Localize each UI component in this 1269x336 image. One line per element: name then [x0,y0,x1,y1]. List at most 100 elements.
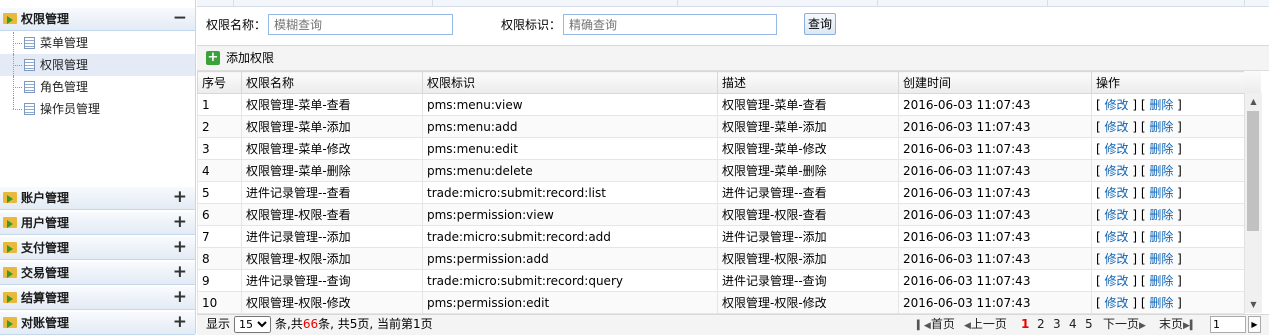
last-page-button[interactable]: 末页▶▍ [1159,315,1197,336]
add-permission-button[interactable]: + 添加权限 [206,50,274,66]
table-cell: pms:menu:edit [422,137,718,160]
expand-icon[interactable]: + [173,237,187,258]
prev-page-icon: ◀ [964,321,971,331]
show-label: 显示 [206,317,231,331]
sidebar-section-3[interactable]: 用户管理 + [0,212,195,235]
table-cell: 8 [197,247,242,270]
table-cell: 进件记录管理--添加 [241,225,423,248]
delete-link[interactable]: 删除 [1149,208,1173,222]
row-actions: [ 修改 ] [ 删除 ] [1091,93,1245,116]
expand-icon[interactable]: + [173,212,187,233]
table-cell: pms:menu:add [422,115,718,138]
table-cell: 权限管理-权限-添加 [241,247,423,270]
sidebar-section-label: 交易管理 [21,266,70,280]
sidebar-section-7[interactable]: 对账管理 + [0,312,195,335]
edit-link[interactable]: 修改 [1105,98,1129,112]
expand-icon[interactable]: + [173,287,187,308]
search-button[interactable]: 查询 [804,13,836,35]
sidebar-section-6[interactable]: 结算管理 + [0,287,195,310]
delete-link[interactable]: 删除 [1149,252,1173,266]
table-row[interactable]: 9 进件记录管理--查询 trade:micro:submit:record:que… [197,269,1245,292]
column-header[interactable]: 权限标识 [422,71,718,94]
edit-link[interactable]: 修改 [1105,252,1129,266]
tree-item-label: 菜单管理 [40,36,89,50]
prev-page-button[interactable]: ◀上一页 [964,315,1007,336]
key-label: 权限标识： [501,18,562,32]
expand-icon[interactable]: + [173,187,187,208]
scroll-down-icon[interactable]: ▼ [1245,296,1262,313]
delete-link[interactable]: 删除 [1149,164,1173,178]
tree-line [13,98,14,109]
first-page-button[interactable]: ▍◀首页 [917,315,955,336]
table-row[interactable]: 6 权限管理-权限-查看 pms:permission:view 权限管理-权限-查看… [197,203,1245,226]
edit-link[interactable]: 修改 [1105,142,1129,156]
sidebar-section-2[interactable]: 账户管理 + [0,187,195,210]
next-page-button[interactable]: 下一页▶ [1103,315,1146,336]
sidebar-section-label: 对账管理 [21,316,70,330]
permission-grid: 序号 权限名称 权限标识 描述 创建时间 操作 1 权限管理-菜单-查看 pms:menu:v… [197,71,1245,314]
edit-link[interactable]: 修改 [1105,120,1129,134]
page-number-3[interactable]: 3 [1053,315,1061,334]
sidebar-section-1[interactable]: 权限管理 − [0,8,195,31]
table-row[interactable]: 5 进件记录管理--查看 trade:micro:submit:record:lis… [197,181,1245,204]
table-row[interactable]: 1 权限管理-菜单-查看 pms:menu:view 权限管理-菜单-查看 2016-0… [197,93,1245,116]
vertical-scrollbar[interactable]: ▲ ▼ [1244,93,1262,313]
column-header[interactable]: 创建时间 [898,71,1092,94]
folder-icon [3,13,17,24]
tree-item-3[interactable]: 角色管理 [0,76,195,98]
tree-item-1[interactable]: 菜单管理 [0,32,195,54]
page-number-1[interactable]: 1 [1021,315,1029,334]
collapse-icon[interactable]: − [173,8,187,29]
edit-link[interactable]: 修改 [1105,274,1129,288]
tree-connector [13,43,22,44]
expand-icon[interactable]: + [173,312,187,333]
page-number-4[interactable]: 4 [1069,315,1077,334]
column-header[interactable]: 描述 [717,71,899,94]
delete-link[interactable]: 删除 [1149,230,1173,244]
jump-page-input[interactable] [1210,316,1246,333]
page-number-5[interactable]: 5 [1085,315,1093,334]
table-cell: 6 [197,203,242,226]
table-row[interactable]: 2 权限管理-菜单-添加 pms:menu:add 权限管理-菜单-添加 2016-06… [197,115,1245,138]
table-cell: 2016-06-03 11:07:43 [898,93,1092,116]
table-row[interactable]: 4 权限管理-菜单-删除 pms:menu:delete 权限管理-菜单-删除 2016… [197,159,1245,182]
table-cell: 权限管理-菜单-添加 [241,115,423,138]
tree-item-label: 操作员管理 [40,102,101,116]
table-row[interactable]: 10 权限管理-权限-修改 pms:permission:edit 权限管理-权限-修… [197,291,1245,314]
go-page-icon[interactable]: ▶ [1248,316,1261,333]
sidebar-section-4[interactable]: 支付管理 + [0,237,195,260]
table-row[interactable]: 7 进件记录管理--添加 trade:micro:submit:record:add… [197,225,1245,248]
delete-link[interactable]: 删除 [1149,120,1173,134]
page-size-select[interactable]: 15 [234,316,271,333]
delete-link[interactable]: 删除 [1149,142,1173,156]
permission-key-input[interactable] [563,14,777,35]
permission-name-input[interactable] [268,14,453,35]
column-header[interactable]: 权限名称 [241,71,423,94]
column-header[interactable]: 序号 [197,71,242,94]
table-row[interactable]: 3 权限管理-菜单-修改 pms:menu:edit 权限管理-菜单-修改 2016-0… [197,137,1245,160]
tree-item-4[interactable]: 操作员管理 [0,98,195,120]
page-icon [24,37,35,49]
delete-link[interactable]: 删除 [1149,186,1173,200]
sidebar-section-5[interactable]: 交易管理 + [0,262,195,285]
edit-link[interactable]: 修改 [1105,296,1129,310]
column-header[interactable]: 操作 [1091,71,1245,94]
row-actions: [ 修改 ] [ 删除 ] [1091,247,1245,270]
add-icon: + [206,50,220,65]
edit-link[interactable]: 修改 [1105,208,1129,222]
delete-link[interactable]: 删除 [1149,98,1173,112]
delete-link[interactable]: 删除 [1149,274,1173,288]
table-cell: 2016-06-03 11:07:43 [898,247,1092,270]
expand-icon[interactable]: + [173,262,187,283]
table-cell: 权限管理-菜单-查看 [717,93,899,116]
table-row[interactable]: 8 权限管理-权限-添加 pms:permission:add 权限管理-权限-添加 2… [197,247,1245,270]
table-cell: 权限管理-权限-修改 [717,291,899,314]
tree-item-2[interactable]: 权限管理 [0,54,195,76]
scroll-thumb[interactable] [1247,111,1259,231]
edit-link[interactable]: 修改 [1105,230,1129,244]
edit-link[interactable]: 修改 [1105,164,1129,178]
delete-link[interactable]: 删除 [1149,296,1173,310]
scroll-up-icon[interactable]: ▲ [1245,93,1262,110]
edit-link[interactable]: 修改 [1105,186,1129,200]
page-number-2[interactable]: 2 [1037,315,1045,334]
